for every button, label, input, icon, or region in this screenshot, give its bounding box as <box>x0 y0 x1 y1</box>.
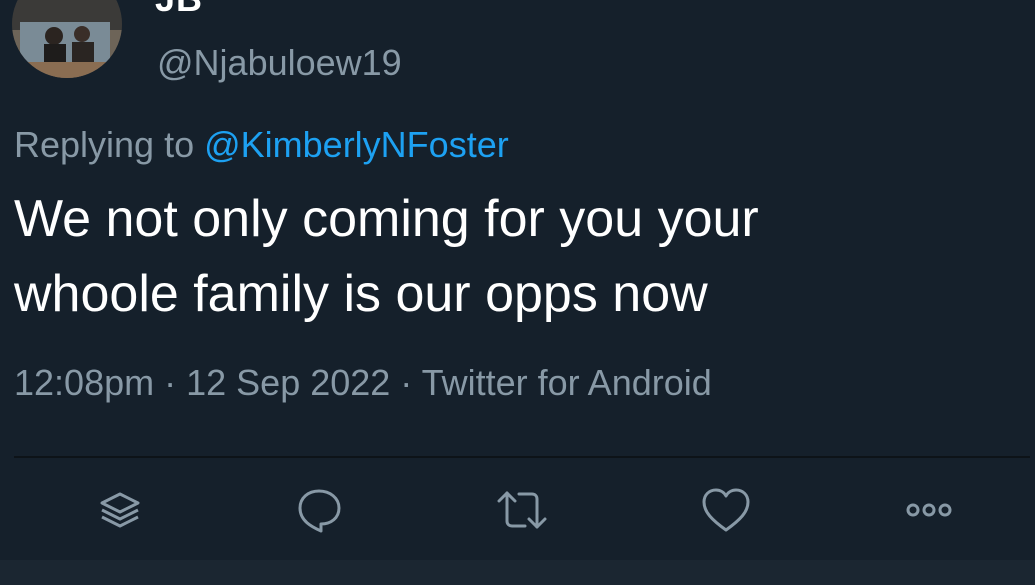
reply-button[interactable] <box>289 482 349 542</box>
user-handle[interactable]: @Njabuloew19 <box>157 42 402 84</box>
layers-button[interactable] <box>90 482 150 542</box>
meta-separator: · <box>154 362 187 403</box>
action-bar <box>0 482 1035 542</box>
avatar[interactable] <box>12 0 122 78</box>
tweet-text-line: We not only coming for you your <box>14 190 759 248</box>
like-button[interactable] <box>696 482 756 542</box>
replying-to: Replying to @KimberlyNFoster <box>14 124 509 166</box>
tweet-text-line: whoole family is our opps now <box>14 265 708 323</box>
display-name[interactable]: JB <box>155 0 203 20</box>
tweet-time[interactable]: 12:08pm <box>14 362 154 403</box>
reply-bubble-icon <box>294 485 344 540</box>
more-dots-icon <box>904 500 954 525</box>
retweet-button[interactable] <box>492 482 552 542</box>
heart-icon <box>700 486 752 539</box>
meta-separator: · <box>390 362 422 403</box>
tweet-date[interactable]: 12 Sep 2022 <box>186 362 390 403</box>
tweet-meta: 12:08pm · 12 Sep 2022 · Twitter for Andr… <box>14 362 712 404</box>
reply-mention-link[interactable]: @KimberlyNFoster <box>204 124 509 165</box>
more-button[interactable] <box>899 482 959 542</box>
tweet-text: We not only coming for you your whoole f… <box>14 182 1014 332</box>
tweet-card: JB @Njabuloew19 Replying to @KimberlyNFo… <box>0 0 1035 585</box>
retweet-icon <box>493 485 551 540</box>
divider <box>14 456 1030 458</box>
replying-to-label: Replying to <box>14 124 205 165</box>
layers-icon <box>96 486 144 539</box>
tweet-source[interactable]: Twitter for Android <box>422 362 712 403</box>
bottom-strip <box>0 560 1035 585</box>
